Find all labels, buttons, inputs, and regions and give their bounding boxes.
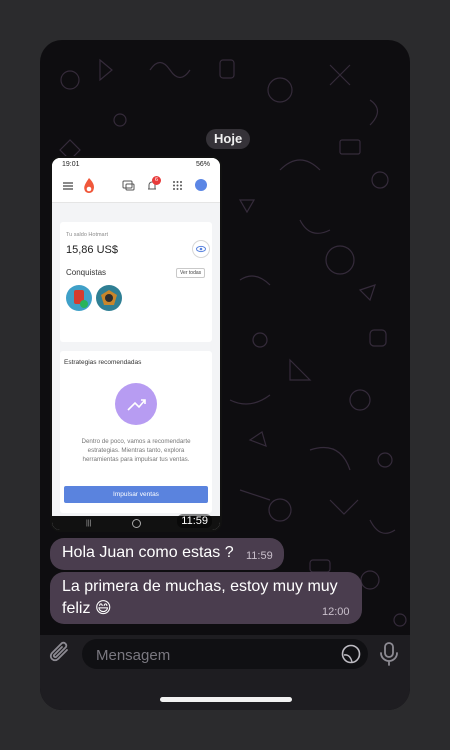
message-text: La primera de muchas, estoy muy muy feli… [62,578,338,617]
message-time: 12:00 [322,606,350,618]
eye-icon [192,240,210,258]
message-time: 11:59 [177,514,212,528]
phone-status-bar: 19:01 56% [52,158,220,172]
sticker-icon[interactable] [340,643,362,670]
status-battery: 56% [195,161,210,168]
achievement-badge-1 [66,285,92,311]
date-separator: Hoje [206,129,251,149]
menu-icon [63,182,73,190]
home-circle-icon [132,519,141,528]
hotmart-logo-icon [84,178,94,193]
apps-grid-icon [173,181,182,190]
balance-card: Tu saldo Hotmart 15,86 US$ Conquistas Ve… [60,222,212,342]
screenshot-image: 19:01 56% 6 Tu saldo Hotmart 15,86 US$ C… [52,158,220,530]
trending-icon [115,383,157,425]
strategies-title: Estrategias recomendadas [64,359,142,366]
strategies-card: Estrategias recomendadas Dentro de poco,… [60,351,212,513]
composer-bar [40,635,410,710]
status-time: 19:01 [62,161,80,168]
balance-value: 15,86 US$ [66,244,118,256]
message-input-field[interactable] [82,639,368,671]
notification-badge: 6 [152,176,161,185]
message-input[interactable] [94,639,328,671]
message-bubble[interactable]: Hola Juan como estas ? 11:59 [50,538,284,570]
boost-sales-button: Impulsar ventas [64,486,208,503]
balance-label: Tu saldo Hotmart [66,232,108,238]
app-header: 6 [52,172,220,203]
chat-screen: Hoje 19:01 56% 6 Tu saldo Hotmart 15,86 … [40,40,410,710]
recent-apps-icon: ||| [86,520,92,527]
message-bubble[interactable]: La primera de muchas, estoy muy muy feli… [50,572,362,624]
message-time: 11:59 [246,550,273,562]
avatar [195,179,207,191]
chat-icon [122,180,135,191]
home-indicator[interactable] [160,697,292,702]
image-message[interactable]: 19:01 56% 6 Tu saldo Hotmart 15,86 US$ C… [50,156,222,532]
microphone-icon[interactable] [378,640,400,673]
strategies-text: Dentro de poco, vamos a recomendarte est… [81,438,191,463]
paperclip-icon[interactable] [48,640,74,673]
achievements-label: Conquistas [66,268,107,277]
see-all-button: Ver todas [176,268,206,278]
achievement-badge-2 [96,285,122,311]
message-text: Hola Juan como estas ? [62,544,234,561]
